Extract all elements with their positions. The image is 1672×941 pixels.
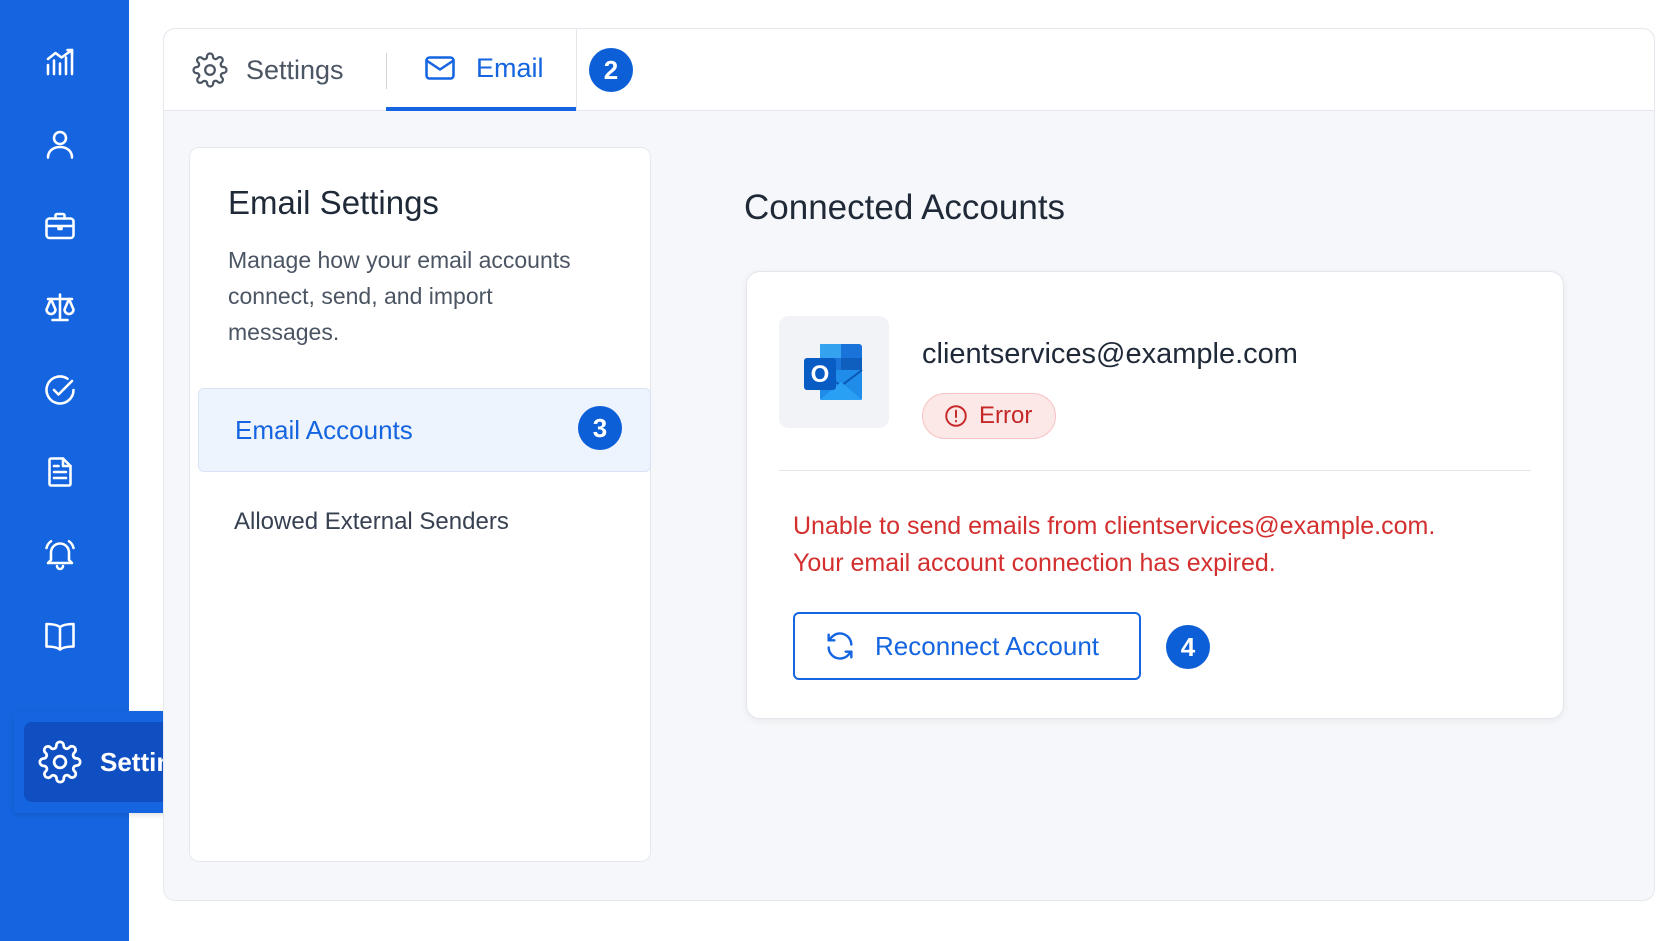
gear-icon [38,740,82,784]
scales-icon[interactable] [40,288,80,328]
card-divider [779,470,1531,471]
svg-text:O: O [811,361,830,388]
document-icon[interactable] [40,452,80,492]
briefcase-icon[interactable] [40,206,80,246]
book-icon[interactable] [40,616,80,656]
account-email: clientservices@example.com [922,338,1298,370]
step-badge-3: 3 [578,406,622,450]
tab-email[interactable]: Email [386,29,576,111]
check-circle-icon[interactable] [40,370,80,410]
tab-divider [576,29,577,111]
gear-icon [192,52,228,88]
error-message-line: Unable to send emails from clientservice… [793,512,1436,540]
refresh-icon [823,629,857,663]
tab-email-label: Email [476,52,544,83]
error-message-line: Your email account connection has expire… [793,549,1276,577]
analytics-icon[interactable] [40,42,80,82]
email-settings-panel: Email Settings Manage how your email acc… [189,147,651,862]
status-badge: Error [922,393,1056,439]
reconnect-account-button[interactable]: Reconnect Account [793,612,1141,680]
status-label: Error [979,402,1033,429]
menu-item-label: Email Accounts [235,414,413,445]
outlook-logo: O [779,316,889,428]
step-badge-2: 2 [589,48,633,92]
tab-bar: Settings Email [164,29,1654,111]
reconnect-account-label: Reconnect Account [875,630,1100,661]
tab-settings[interactable]: Settings [192,29,344,111]
menu-item-allowed-external-senders[interactable]: Allowed External Senders [198,494,651,550]
error-message: Unable to send emails from clientservice… [793,508,1533,582]
menu-item-label: Allowed External Senders [234,508,509,535]
user-icon[interactable] [40,124,80,164]
mail-icon [422,50,458,86]
step-badge-4: 4 [1166,625,1210,669]
account-card: O clientservices@example.com Error Unabl… [746,271,1564,719]
bell-icon[interactable] [40,534,80,574]
email-settings-description: Manage how your email accounts connect, … [228,247,571,345]
email-settings-title: Email Settings [228,184,439,221]
outlook-icon: O [804,344,863,400]
alert-circle-icon [943,403,969,429]
tab-settings-label: Settings [246,54,344,85]
connected-accounts-title: Connected Accounts [744,188,1066,227]
